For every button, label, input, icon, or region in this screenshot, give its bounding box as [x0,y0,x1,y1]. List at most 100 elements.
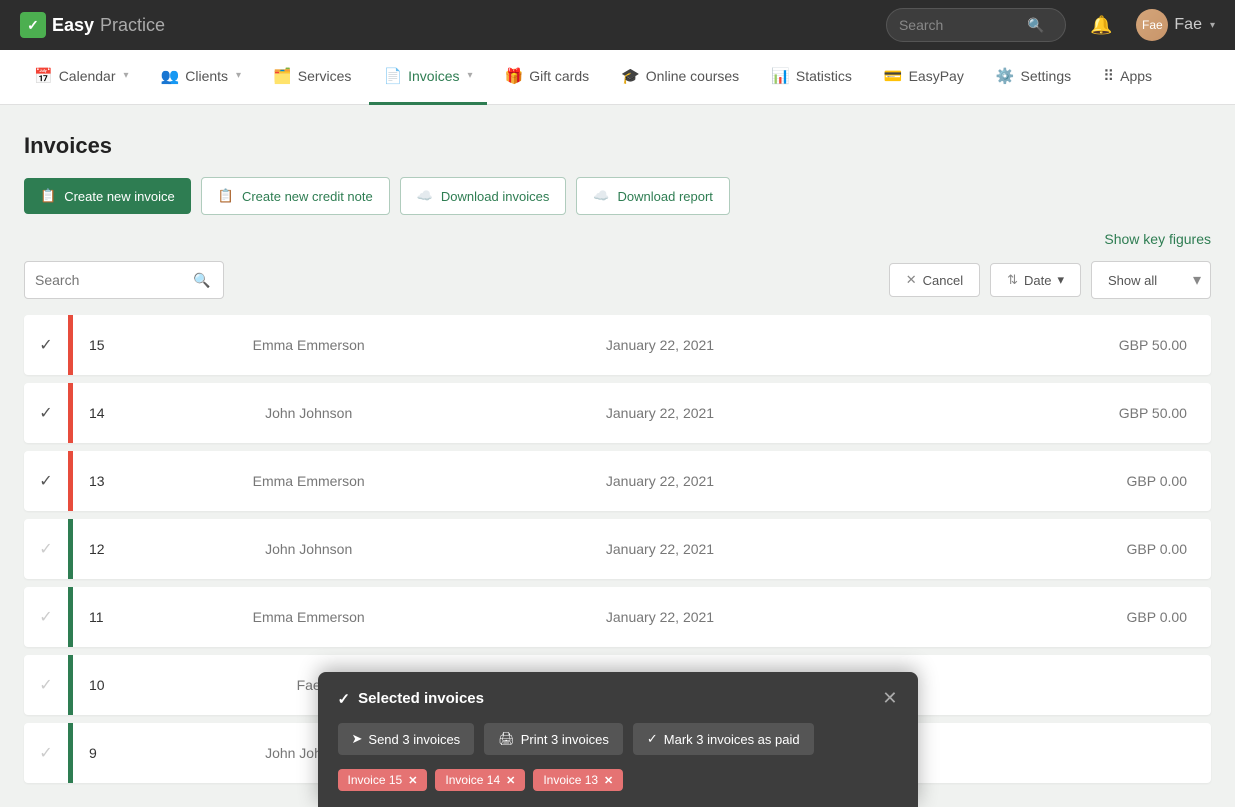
selected-invoices-popup: ✓ Selected invoices ✕ ➤ Send 3 invoices … [318,672,918,807]
search-filter-box[interactable]: 🔍 [24,261,224,299]
logo: ✓ EasyPractice [20,12,165,38]
mark-paid-label: Mark 3 invoices as paid [664,732,800,747]
date-label: Date [1024,273,1051,288]
download-invoices-label: Download invoices [441,189,549,204]
check-icon[interactable]: ✓ [24,675,68,695]
user-avatar[interactable]: Fae Fae ▾ [1136,9,1215,41]
invoices-icon: 📄 [383,67,402,85]
nav-item-statistics[interactable]: 📊 Statistics [757,50,866,105]
search-filter-icon: 🔍 [193,272,210,289]
remove-tag-13-button[interactable]: ✕ [604,774,613,787]
nav-item-calendar[interactable]: 📅 Calendar ▾ [20,50,143,105]
show-all-select[interactable]: Show all Paid Unpaid Overdue [1091,261,1211,299]
topbar: ✓ EasyPractice 🔍 🔔 Fae Fae ▾ [0,0,1235,50]
popup-title-text: Selected invoices [358,690,484,707]
create-invoice-icon: 📋 [40,188,56,204]
check-icon[interactable]: ✓ [24,743,68,763]
invoice-client-name: Emma Emmerson [133,473,484,489]
nav-item-services[interactable]: 🗂️ Services [259,50,365,105]
avatar-image: Fae [1136,9,1168,41]
table-row[interactable]: ✓ 13 Emma Emmerson January 22, 2021 GBP … [24,451,1211,511]
send-invoices-button[interactable]: ➤ Send 3 invoices [338,723,475,755]
nav-item-easypay[interactable]: 💳 EasyPay [870,50,978,105]
create-invoice-button[interactable]: 📋 Create new invoice [24,178,191,214]
date-chevron-icon: ▾ [1057,272,1064,288]
cancel-filter-button[interactable]: ✕ Cancel [889,263,980,297]
invoice-amount: GBP 0.00 [836,609,1211,625]
nav-label-giftcards: Gift cards [529,68,589,84]
check-icon[interactable]: ✓ [24,335,68,355]
table-row[interactable]: ✓ 11 Emma Emmerson January 22, 2021 GBP … [24,587,1211,647]
invoice-number: 9 [73,745,133,761]
print-invoices-label: Print 3 invoices [521,732,609,747]
invoice-date: January 22, 2021 [484,337,835,353]
nav-label-apps: Apps [1120,68,1152,84]
invoice-date: January 22, 2021 [484,473,835,489]
invoice-number: 15 [73,337,133,353]
show-all-select-wrapper: Show all Paid Unpaid Overdue [1091,261,1211,299]
search-box[interactable]: 🔍 [886,8,1066,42]
nav-label-services: Services [298,68,352,84]
date-sort-icon: ⇅ [1007,272,1018,288]
create-invoice-label: Create new invoice [64,189,175,204]
clients-icon: 👥 [161,67,180,85]
date-filter-button[interactable]: ⇅ Date ▾ [990,263,1081,297]
logo-easy: Easy [52,15,94,36]
cancel-label: Cancel [923,273,963,288]
table-row[interactable]: ✓ 12 John Johnson January 22, 2021 GBP 0… [24,519,1211,579]
invoice-search-input[interactable] [35,272,185,288]
nav-item-onlinecourses[interactable]: 🎓 Online courses [607,50,753,105]
invoice-amount: GBP 50.00 [836,337,1211,353]
page-title: Invoices [24,133,1211,159]
invoice-tag-13: Invoice 13 ✕ [533,769,623,791]
status-stripe [68,519,73,579]
popup-close-button[interactable]: ✕ [882,688,897,709]
print-invoices-button[interactable]: 🖨 Print 3 invoices [484,723,623,755]
download-invoices-icon: ☁️ [417,188,433,204]
create-credit-note-label: Create new credit note [242,189,373,204]
check-icon[interactable]: ✓ [24,403,68,423]
onlinecourses-icon: 🎓 [621,67,640,85]
nav-label-invoices: Invoices [408,68,459,84]
nav-label-statistics: Statistics [796,68,852,84]
status-stripe [68,587,73,647]
nav-item-giftcards[interactable]: 🎁 Gift cards [491,50,604,105]
send-invoices-label: Send 3 invoices [368,732,460,747]
remove-tag-15-button[interactable]: ✕ [408,774,417,787]
popup-title: ✓ Selected invoices [338,690,484,708]
table-row[interactable]: ✓ 14 John Johnson January 22, 2021 GBP 5… [24,383,1211,443]
check-icon[interactable]: ✓ [24,539,68,559]
nav-item-clients[interactable]: 👥 Clients ▾ [147,50,256,105]
remove-tag-14-button[interactable]: ✕ [506,774,515,787]
show-key-figures-link[interactable]: Show key figures [24,231,1211,247]
status-stripe [68,315,73,375]
check-icon[interactable]: ✓ [24,607,68,627]
apps-icon: ⠿ [1103,67,1114,85]
nav-item-settings[interactable]: ⚙️ Settings [982,50,1085,105]
status-stripe [68,451,73,511]
create-credit-note-button[interactable]: 📋 Create new credit note [201,177,390,215]
invoice-tag-14: Invoice 14 ✕ [435,769,525,791]
invoice-amount: GBP 50.00 [836,405,1211,421]
invoice-client-name: John Johnson [133,541,484,557]
download-report-icon: ☁️ [593,188,609,204]
mark-paid-button[interactable]: ✓ Mark 3 invoices as paid [633,723,814,755]
main-navigation: 📅 Calendar ▾ 👥 Clients ▾ 🗂️ Services 📄 I… [0,50,1235,105]
download-report-label: Download report [618,189,713,204]
logo-icon: ✓ [20,12,46,38]
check-icon[interactable]: ✓ [24,471,68,491]
download-invoices-button[interactable]: ☁️ Download invoices [400,177,567,215]
nav-item-apps[interactable]: ⠿ Apps [1089,50,1166,105]
status-stripe [68,383,73,443]
status-stripe [68,723,73,783]
table-row[interactable]: ✓ 15 Emma Emmerson January 22, 2021 GBP … [24,315,1211,375]
nav-label-onlinecourses: Online courses [646,68,739,84]
nav-item-invoices[interactable]: 📄 Invoices ▾ [369,50,486,105]
calendar-icon: 📅 [34,67,53,85]
notification-bell-icon[interactable]: 🔔 [1090,15,1112,36]
download-report-button[interactable]: ☁️ Download report [576,177,730,215]
search-input[interactable] [899,17,1019,33]
clients-chevron-icon: ▾ [236,70,241,81]
action-buttons: 📋 Create new invoice 📋 Create new credit… [24,177,1211,215]
user-name: Fae [1174,16,1202,34]
